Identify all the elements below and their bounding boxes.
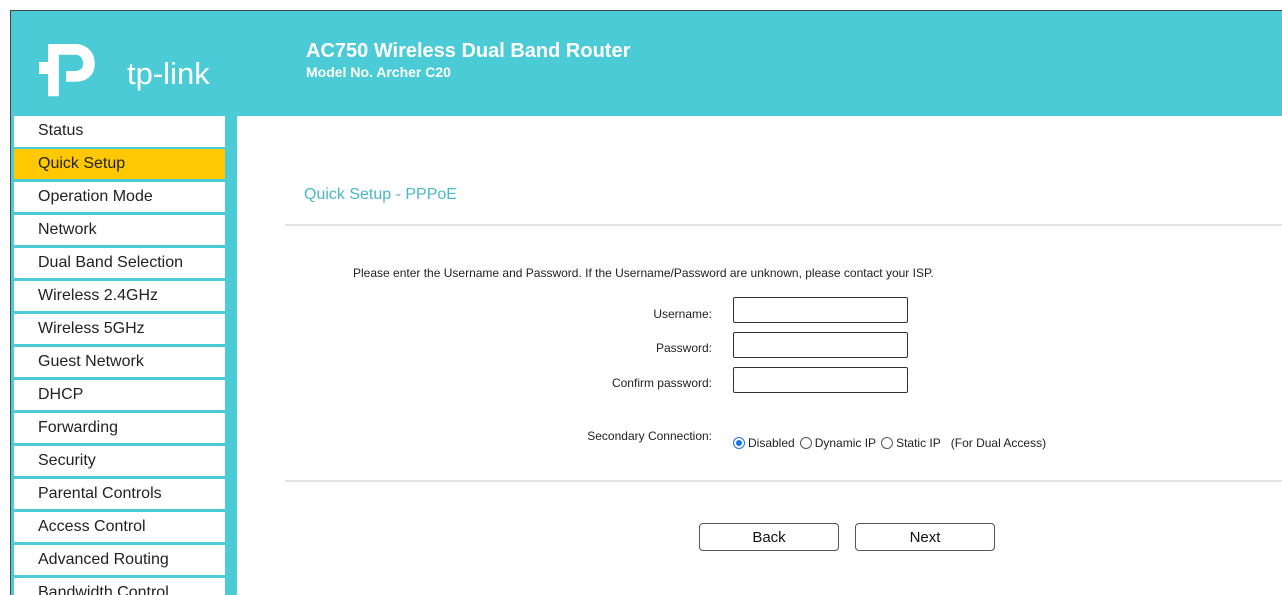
sidebar-item-wireless-24ghz[interactable]: Wireless 2.4GHz [14,281,225,311]
page-title: Quick Setup - PPPoE [304,186,457,203]
back-button[interactable]: Back [699,523,839,551]
sidebar-item-dhcp[interactable]: DHCP [14,380,225,410]
main-content: Quick Setup - PPPoE Please enter the Use… [237,116,1282,595]
sidebar-item-parental-controls[interactable]: Parental Controls [14,479,225,509]
radio-dynamic-ip[interactable] [799,437,812,449]
radio-disabled[interactable] [733,437,745,449]
radio-disabled-label[interactable]: Disabled [748,436,795,450]
password-input[interactable] [733,332,908,358]
header-banner: tp-link AC750 Wireless Dual Band Router … [11,11,1282,116]
top-divider [285,224,1282,226]
sidebar-item-dual-band-selection[interactable]: Dual Band Selection [14,248,225,278]
radio-static-ip[interactable] [881,437,894,449]
model-number: Model No. Archer C20 [306,64,451,80]
sidebar-item-advanced-routing[interactable]: Advanced Routing [14,545,225,575]
username-input[interactable] [733,297,908,323]
tp-link-logo-icon [39,44,95,97]
secondary-connection-options: Disabled Dynamic IP Static IP (For Dual … [733,434,1046,452]
sidebar-item-quick-setup[interactable]: Quick Setup [14,149,225,179]
sidebar-menu: Status Quick Setup Operation Mode Networ… [11,116,237,595]
confirm-password-label: Confirm password: [611,376,712,390]
sidebar-item-bandwidth-control[interactable]: Bandwidth Control [14,578,225,595]
sidebar-item-forwarding[interactable]: Forwarding [14,413,225,443]
radio-static-ip-label[interactable]: Static IP [896,436,941,450]
secondary-connection-label: Secondary Connection: [587,429,712,443]
router-admin-window: tp-link AC750 Wireless Dual Band Router … [10,10,1282,595]
password-label: Password: [655,341,712,355]
sidebar-item-status[interactable]: Status [14,116,225,147]
confirm-password-input[interactable] [733,367,908,393]
logo-wordmark: tp-link [127,56,210,91]
username-label: Username: [653,307,712,321]
sidebar-item-network[interactable]: Network [14,215,225,245]
sidebar-item-guest-network[interactable]: Guest Network [14,347,225,377]
radio-dynamic-ip-label[interactable]: Dynamic IP [815,436,876,450]
sidebar-item-operation-mode[interactable]: Operation Mode [14,182,225,212]
product-title: AC750 Wireless Dual Band Router [306,40,631,62]
dual-access-note: (For Dual Access) [950,436,1047,450]
tp-link-logo: tp-link [39,34,239,104]
instruction-text: Please enter the Username and Password. … [353,266,934,280]
next-button[interactable]: Next [855,523,995,551]
sidebar-item-wireless-5ghz[interactable]: Wireless 5GHz [14,314,225,344]
sidebar-item-security[interactable]: Security [14,446,225,476]
bottom-divider [285,480,1282,482]
sidebar-item-access-control[interactable]: Access Control [14,512,225,542]
